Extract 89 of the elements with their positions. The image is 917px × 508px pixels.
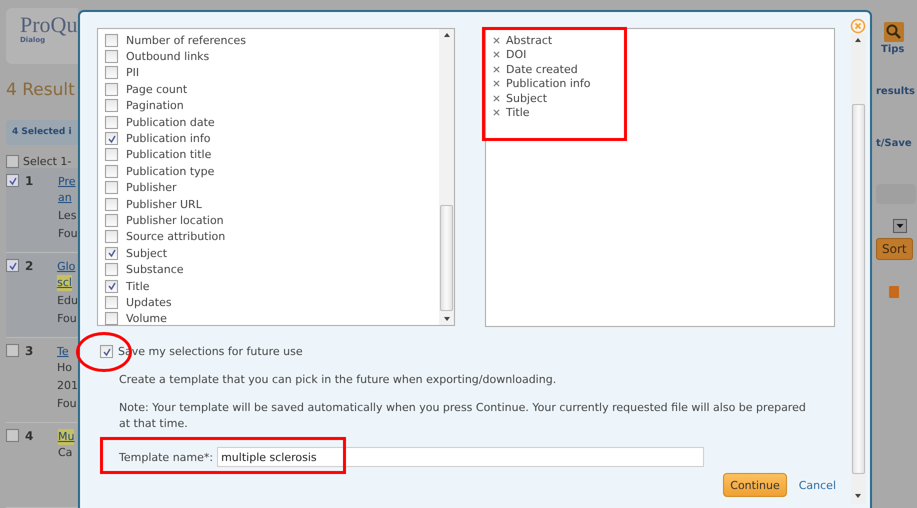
checkbox[interactable]	[105, 181, 118, 194]
selected-field: Date created	[506, 62, 578, 76]
selected-field: DOI	[506, 48, 526, 62]
search-icon[interactable]	[884, 22, 904, 42]
result-text: Ca	[58, 445, 72, 462]
result-text: Les	[58, 208, 76, 224]
select-all-label: Select 1-	[23, 155, 72, 168]
field-label[interactable]: Substance	[126, 263, 184, 276]
note-text: Note: Your template will be saved automatically when you press Continue. Your currently requested file will also be prepared at that time.	[118, 400, 807, 432]
checkbox[interactable]	[105, 50, 118, 64]
result-number: 3	[25, 344, 34, 358]
result-title-link[interactable]: Pre	[58, 174, 76, 190]
field-label[interactable]: Publication type	[126, 164, 214, 178]
checkbox[interactable]	[105, 230, 118, 244]
result-text: Fou	[57, 311, 77, 328]
remove-icon[interactable]	[493, 80, 500, 88]
field-label[interactable]: Publication title	[126, 148, 212, 162]
template-name-field[interactable]: multiple sclerosis	[217, 447, 704, 467]
results-heading: 4 Result	[6, 80, 76, 100]
field-label[interactable]: Publisher location	[126, 214, 224, 227]
field-label[interactable]: Subject	[126, 246, 168, 260]
result-title-link[interactable]: Te	[57, 344, 69, 360]
checkbox[interactable]	[105, 116, 118, 129]
result-text: Edu	[57, 293, 78, 310]
remove-icon[interactable]	[493, 94, 500, 102]
scrollbar[interactable]	[439, 29, 454, 325]
result-title-link[interactable]: an	[58, 190, 72, 206]
checkbox[interactable]	[105, 280, 118, 293]
checkbox[interactable]	[105, 296, 118, 309]
result-number: 1	[25, 174, 34, 188]
checkbox[interactable]	[6, 344, 19, 358]
field-label[interactable]: Publisher	[126, 181, 176, 194]
template-name-label: Template name*:	[119, 450, 214, 464]
checkbox[interactable]	[6, 429, 19, 442]
export-save-button[interactable]: t/Save	[876, 138, 912, 149]
cancel-link[interactable]: Cancel	[798, 478, 836, 492]
field-label[interactable]: Publication date	[126, 116, 215, 129]
result-number: 2	[25, 259, 34, 274]
checkbox[interactable]	[6, 259, 19, 272]
checkbox[interactable]	[105, 263, 118, 276]
checkbox[interactable]	[105, 34, 118, 47]
selected-items-bar[interactable]: 4 Selected i	[6, 120, 78, 146]
remove-icon[interactable]	[493, 36, 500, 44]
dialog-scrollbar[interactable]	[850, 34, 866, 504]
field-label[interactable]: Publisher URL	[126, 198, 202, 211]
checkbox[interactable]	[6, 155, 19, 168]
result-title-link[interactable]: Mu	[58, 429, 74, 446]
checkbox[interactable]	[105, 148, 118, 162]
results-link[interactable]: results	[876, 86, 915, 97]
checkbox[interactable]	[105, 66, 118, 80]
field-label[interactable]: Publication info	[126, 132, 210, 146]
result-title-link[interactable]: Glo	[57, 259, 76, 276]
selected-field: Abstract	[506, 34, 552, 47]
field-label[interactable]: Outbound links	[126, 50, 210, 64]
remove-icon[interactable]	[493, 109, 500, 116]
tips-link[interactable]: Tips	[881, 44, 904, 55]
sort-button[interactable]: Sort	[876, 238, 913, 260]
selected-field: Subject	[506, 92, 548, 105]
remove-icon[interactable]	[493, 51, 500, 58]
checkbox[interactable]	[6, 174, 19, 188]
checkbox[interactable]	[105, 312, 118, 326]
template-hint: Create a template that you can pick in the future when exporting/downloading.	[118, 373, 558, 386]
result-title-link[interactable]: scl	[57, 275, 72, 292]
result-text: 201	[57, 378, 78, 394]
result-text: Fou	[58, 226, 78, 242]
field-label[interactable]: Title	[126, 280, 150, 293]
checkbox[interactable]	[105, 82, 118, 96]
selected-field: Title	[506, 106, 530, 120]
field-label[interactable]: Page count	[126, 82, 188, 96]
field-label[interactable]: Number of references	[126, 34, 246, 47]
checkbox[interactable]	[100, 345, 113, 358]
result-text: Fou	[57, 396, 77, 412]
continue-button[interactable]: Continue	[723, 473, 787, 497]
checkbox[interactable]	[105, 246, 118, 260]
checkbox[interactable]	[105, 99, 118, 112]
checkbox[interactable]	[105, 164, 118, 178]
checkbox[interactable]	[105, 132, 118, 146]
field-label[interactable]: Volume	[126, 312, 167, 326]
logo-text: ProQu	[20, 14, 78, 36]
field-label[interactable]: PII	[126, 66, 140, 80]
selected-field: Publication info	[506, 77, 590, 90]
field-label[interactable]: Pagination	[126, 99, 184, 112]
remove-icon[interactable]	[493, 66, 500, 73]
field-label[interactable]: Source attribution	[126, 230, 226, 244]
field-label[interactable]: Updates	[126, 296, 172, 309]
checkbox[interactable]	[105, 214, 118, 227]
result-number: 4	[25, 429, 34, 444]
result-text: Ho	[57, 360, 72, 376]
checkbox[interactable]	[105, 198, 118, 211]
